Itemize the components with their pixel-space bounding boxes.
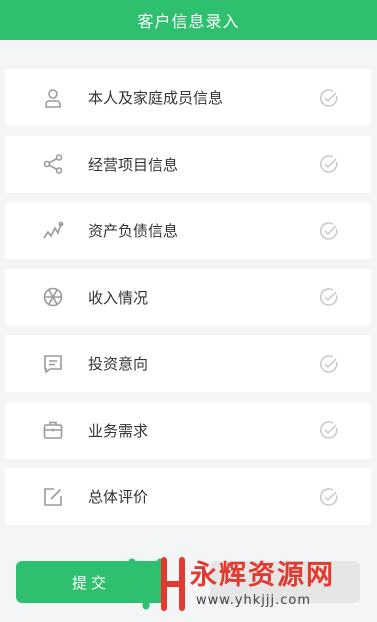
info-menu: 本人及家庭成员信息 经营项目信息 资产负债信息 收入情况 投资意向 业务需求 总…: [5, 69, 371, 535]
briefcase-icon: [41, 418, 65, 442]
menu-item-business-project[interactable]: 经营项目信息: [5, 135, 371, 193]
aperture-icon: [41, 285, 65, 309]
menu-item-overall-evaluation[interactable]: 总体评价: [5, 468, 371, 525]
menu-item-label: 业务需求: [88, 421, 149, 440]
watermark-logo-icon: [128, 557, 185, 611]
check-circle-icon: [319, 487, 339, 507]
edit-icon: [41, 485, 65, 509]
menu-item-label: 本人及家庭成员信息: [88, 89, 224, 107]
check-circle-icon: [319, 221, 339, 241]
menu-item-business-needs[interactable]: 业务需求: [5, 401, 371, 459]
check-circle-icon: [319, 88, 339, 108]
check-circle-icon: [319, 420, 339, 440]
share-icon: [41, 152, 65, 176]
menu-item-personal-family[interactable]: 本人及家庭成员信息: [5, 69, 371, 126]
menu-item-label: 资产负债信息: [88, 222, 179, 240]
watermark: 永辉资源网 www.yhkjjj.com: [124, 548, 374, 620]
person-icon: [41, 86, 65, 110]
check-circle-icon: [319, 287, 339, 307]
menu-item-label: 经营项目信息: [88, 155, 179, 174]
check-circle-icon: [319, 354, 339, 374]
watermark-url: www.yhkjjj.com: [196, 593, 312, 608]
menu-item-label: 收入情况: [88, 288, 149, 307]
menu-item-label: 总体评价: [88, 488, 149, 506]
menu-item-assets-liabilities[interactable]: 资产负债信息: [5, 202, 371, 259]
trend-icon: [41, 219, 65, 243]
check-circle-icon: [319, 154, 339, 174]
menu-item-label: 投资意向: [88, 355, 149, 373]
message-icon: [41, 352, 65, 376]
page-title: 客户信息录入: [137, 12, 240, 31]
menu-item-income[interactable]: 收入情况: [5, 268, 371, 326]
watermark-title: 永辉资源网: [190, 560, 335, 591]
menu-item-investment-intent[interactable]: 投资意向: [5, 335, 371, 392]
app-header: 客户信息录入: [0, 0, 377, 40]
